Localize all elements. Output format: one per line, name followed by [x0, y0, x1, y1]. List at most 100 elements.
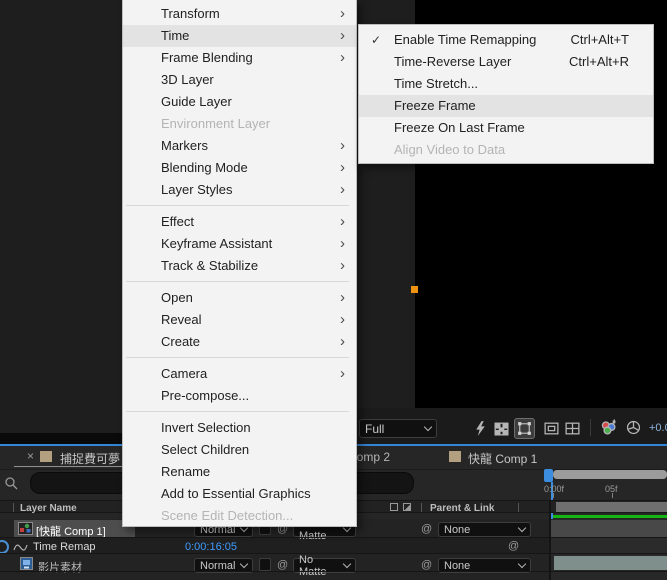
- menu-item-label: Camera: [161, 366, 207, 381]
- layer-context-menu: Transform Time Frame Blending 3D Layer G…: [122, 0, 357, 527]
- menu-item-label: Time: [161, 28, 189, 43]
- menu-item-label: Frame Blending: [161, 50, 253, 65]
- parent-pickwhip-icon[interactable]: @: [421, 560, 432, 571]
- menu-item-keyframe-assistant[interactable]: Keyframe Assistant: [123, 233, 356, 255]
- menu-item-frame-blending[interactable]: Frame Blending: [123, 47, 356, 69]
- submenu-item-freeze-on-last-frame[interactable]: Freeze On Last Frame: [359, 117, 653, 139]
- menu-item-markers[interactable]: Markers: [123, 135, 356, 157]
- track-matte-value: No Matte: [299, 554, 340, 578]
- menu-item-3d-layer[interactable]: 3D Layer: [123, 69, 356, 91]
- parent-value: None: [444, 524, 470, 536]
- layer-anchor-handle[interactable]: [411, 286, 418, 293]
- menu-item-invert-selection[interactable]: Invert Selection: [123, 417, 356, 439]
- composition-layer-icon: [18, 522, 33, 535]
- submenu-item-label: Enable Time Remapping: [394, 32, 536, 47]
- mask-visibility-icon[interactable]: [514, 418, 535, 439]
- shortcut-label: Ctrl+Alt+T: [570, 29, 629, 51]
- menu-item-label: Effect: [161, 214, 194, 229]
- submenu-item-label: Time-Reverse Layer: [394, 54, 511, 69]
- submenu-item-label: Freeze Frame: [394, 98, 476, 113]
- menu-item-select-children[interactable]: Select Children: [123, 439, 356, 461]
- tab-active-comp[interactable]: 捕捉費可夢: [60, 450, 120, 467]
- menu-item-label: Layer Styles: [161, 182, 233, 197]
- resolution-dropdown[interactable]: Full: [359, 419, 437, 438]
- menu-item-label: Invert Selection: [161, 420, 251, 435]
- submenu-item-label: Time Stretch...: [394, 76, 478, 91]
- exposure-shutter-icon[interactable]: [625, 419, 642, 436]
- shortcut-label: Ctrl+Alt+R: [569, 51, 629, 73]
- menu-item-effect[interactable]: Effect: [123, 211, 356, 233]
- menu-item-reveal[interactable]: Reveal: [123, 309, 356, 331]
- submenu-item-enable-time-remapping[interactable]: ✓ Enable Time Remapping Ctrl+Alt+T: [359, 29, 653, 51]
- submenu-item-label: Freeze On Last Frame: [394, 120, 525, 135]
- chevron-down-icon: [424, 423, 432, 431]
- channels-icon[interactable]: [600, 419, 617, 436]
- layer-name-header[interactable]: Layer Name: [20, 503, 77, 514]
- menu-item-label: Rename: [161, 464, 210, 479]
- track-column-divider[interactable]: [549, 500, 551, 580]
- menu-item-time[interactable]: Time: [123, 25, 356, 47]
- blend-mode-value: Normal: [200, 560, 235, 572]
- layer-rows: [快龍 Comp 1] Normal @ No Matte @ None: [0, 519, 667, 580]
- menu-item-label: Transform: [161, 6, 220, 21]
- menu-item-blending-mode[interactable]: Blending Mode: [123, 157, 356, 179]
- menu-item-label: Scene Edit Detection...: [161, 508, 293, 523]
- submenu-item-time-stretch[interactable]: Time Stretch...: [359, 73, 653, 95]
- close-icon[interactable]: ×: [27, 450, 34, 462]
- comp-color-swatch[interactable]: [40, 451, 52, 462]
- menu-item-pre-compose[interactable]: Pre-compose...: [123, 385, 356, 407]
- search-icon[interactable]: [4, 476, 20, 490]
- submenu-item-freeze-frame[interactable]: Freeze Frame: [359, 95, 653, 117]
- time-remap-value[interactable]: 0:00:16:05: [185, 541, 237, 553]
- exposure-value[interactable]: +0.0: [649, 422, 667, 434]
- menu-item-open[interactable]: Open: [123, 287, 356, 309]
- parent-pickwhip-icon[interactable]: @: [421, 524, 432, 535]
- switches-icon[interactable]: [390, 503, 398, 511]
- menu-item-label: Blending Mode: [161, 160, 248, 175]
- menu-item-create[interactable]: Create: [123, 331, 356, 353]
- region-of-interest-icon[interactable]: [543, 420, 560, 437]
- comp-color-swatch[interactable]: [449, 451, 461, 462]
- menu-item-transform[interactable]: Transform: [123, 3, 356, 25]
- menu-item-track-stabilize[interactable]: Track & Stabilize: [123, 255, 356, 277]
- submenu-item-time-reverse-layer[interactable]: Time-Reverse Layer Ctrl+Alt+R: [359, 51, 653, 73]
- menu-separator: [126, 281, 349, 282]
- submenu-item-align-video-to-data: Align Video to Data: [359, 139, 653, 161]
- column-divider: [13, 503, 14, 512]
- value-graph-icon[interactable]: [13, 540, 28, 551]
- layer-duration-bar[interactable]: [554, 556, 667, 570]
- matte-pickwhip-icon[interactable]: @: [277, 560, 288, 571]
- menu-item-add-to-essential-graphics[interactable]: Add to Essential Graphics: [123, 483, 356, 505]
- parent-dropdown[interactable]: None: [438, 522, 531, 537]
- active-tab-underline: [14, 466, 135, 467]
- menu-item-layer-styles[interactable]: Layer Styles: [123, 179, 356, 201]
- menu-item-rename[interactable]: Rename: [123, 461, 356, 483]
- parent-link-header[interactable]: Parent & Link: [430, 503, 494, 514]
- composition-toolbar: Full: [357, 408, 667, 444]
- property-name[interactable]: Time Remap: [33, 541, 96, 553]
- time-submenu: ✓ Enable Time Remapping Ctrl+Alt+T Time-…: [358, 24, 654, 164]
- menu-item-label: Select Children: [161, 442, 249, 457]
- property-pickwhip-icon[interactable]: @: [508, 541, 519, 552]
- row-separator: [0, 571, 667, 572]
- menu-item-scene-edit-detection: Scene Edit Detection...: [123, 505, 356, 527]
- transfer-modes-icon[interactable]: [403, 503, 411, 511]
- transparency-grid-icon[interactable]: [493, 420, 510, 437]
- ruler-tick: [612, 493, 613, 498]
- menu-item-label: Markers: [161, 138, 208, 153]
- ruler-tick-label[interactable]: 0:00f: [544, 484, 564, 494]
- layer-duration-bar[interactable]: [551, 520, 667, 537]
- menu-item-guide-layer[interactable]: Guide Layer: [123, 91, 356, 113]
- timeline-zoom-navigator[interactable]: [553, 470, 667, 479]
- grid-guides-icon[interactable]: [564, 420, 581, 437]
- track-matte-toggle[interactable]: [259, 558, 271, 571]
- work-area-bar[interactable]: [556, 502, 667, 512]
- playhead[interactable]: [544, 469, 553, 482]
- menu-item-label: Create: [161, 334, 200, 349]
- menu-item-camera[interactable]: Camera: [123, 363, 356, 385]
- tab-comp-1[interactable]: 快龍 Comp 1: [468, 450, 537, 467]
- menu-item-environment-layer: Environment Layer: [123, 113, 356, 135]
- layer-name[interactable]: 影片素材: [38, 559, 82, 575]
- fast-previews-icon[interactable]: [472, 420, 489, 437]
- menu-item-label: Keyframe Assistant: [161, 236, 272, 251]
